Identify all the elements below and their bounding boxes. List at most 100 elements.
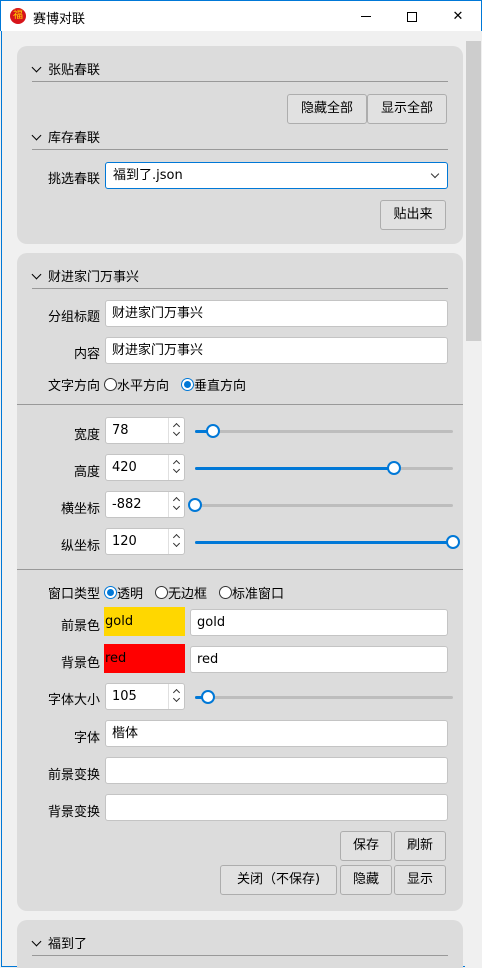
radio-label: 标准窗口 [232,587,285,602]
width-slider[interactable] [195,424,453,438]
font-label: 字体 [73,731,100,746]
divider [32,149,448,150]
chevron-down-icon [172,502,181,511]
direction-label: 文字方向 [47,379,100,394]
x-label: 横坐标 [60,502,100,517]
slider-thumb[interactable] [188,498,202,512]
divider [17,404,463,405]
width-label: 宽度 [73,428,100,443]
chevron-down-icon [430,169,440,179]
window-type-radio-borderless[interactable]: 无边框 [155,583,207,602]
hide-all-button[interactable]: 隐藏全部 [287,94,367,124]
bg-color-label: 背景色 [60,656,100,671]
bg-transform-input[interactable] [105,794,448,821]
spin-value: -882 [112,497,142,512]
fg-color-swatch[interactable]: gold [104,607,185,636]
width-spinbox[interactable]: 78 [105,417,185,444]
radio-selected-icon [181,378,194,391]
slider-thumb[interactable] [200,690,215,704]
title-bar: 福 赛博对联 ✕ [0,0,482,31]
font-input[interactable]: 楷体 [105,720,448,747]
scrollbar-thumb[interactable] [466,41,481,341]
section-title: 福到了 [48,937,88,952]
couplet-editor-panel: 财进家门万事兴 分组标题 财进家门万事兴 内容 财进家门万事兴 文字方向 水平方… [17,253,463,911]
bg-color-input[interactable]: red [190,646,448,673]
chevron-down-icon [172,465,181,474]
bg-color-swatch[interactable]: red [104,644,185,673]
chevron-down-icon [172,539,181,548]
content-label: 内容 [73,347,100,362]
spin-value: 420 [112,460,137,475]
spin-arrows[interactable] [168,684,184,709]
vertical-scrollbar[interactable] [465,31,482,967]
post-couplets-panel: 张贴春联 隐藏全部 显示全部 库存春联 挑选春联 福到了.json 贴出来 [17,46,463,244]
post-button[interactable]: 贴出来 [380,200,446,230]
chevron-down-icon [172,694,181,703]
radio-label: 透明 [117,587,144,602]
window-type-label: 窗口类型 [47,587,100,602]
slider-fill [195,541,453,544]
section-header-post[interactable]: 张贴春联 [31,59,100,78]
fg-transform-label: 前景变换 [47,768,100,783]
divider [32,81,448,82]
group-title-label: 分组标题 [47,310,100,325]
chevron-down-icon [31,62,42,73]
spin-arrows[interactable] [168,455,184,480]
chevron-down-icon [172,428,181,437]
section-title: 库存春联 [48,131,101,146]
spin-value: 120 [112,534,137,549]
x-spinbox[interactable]: -882 [105,491,185,518]
hide-button[interactable]: 隐藏 [340,865,392,895]
spin-value: 78 [112,423,129,438]
x-slider[interactable] [188,498,453,512]
direction-radio-horizontal[interactable]: 水平方向 [104,375,169,394]
radio-label: 垂直方向 [194,379,247,394]
slider-track [195,504,453,507]
height-label: 高度 [73,465,100,480]
slider-track [195,430,453,433]
spin-arrows[interactable] [168,529,184,554]
close-without-save-button[interactable]: 关闭（不保存) [220,865,337,895]
radio-icon [155,586,168,599]
fg-color-input[interactable]: gold [190,609,448,636]
section-header-couplet[interactable]: 财进家门万事兴 [31,266,140,285]
divider [32,288,448,289]
maximize-button[interactable] [389,1,435,32]
group-title-input[interactable]: 财进家门万事兴 [105,300,448,327]
slider-thumb[interactable] [386,461,401,475]
pick-label: 挑选春联 [47,172,100,187]
radio-label: 无边框 [168,587,208,602]
client-area: 张贴春联 隐藏全部 显示全部 库存春联 挑选春联 福到了.json 贴出来 财进… [1,31,482,968]
font-size-slider[interactable] [195,690,453,704]
maximize-icon [407,11,417,22]
height-spinbox[interactable]: 420 [105,454,185,481]
refresh-button[interactable]: 刷新 [394,831,446,861]
minimize-button[interactable] [343,1,389,32]
show-button[interactable]: 显示 [394,865,446,895]
spin-arrows[interactable] [168,418,184,443]
section-header-inventory[interactable]: 库存春联 [31,127,101,146]
show-all-button[interactable]: 显示全部 [367,94,447,124]
slider-thumb[interactable] [446,535,460,549]
content-input[interactable]: 财进家门万事兴 [105,337,448,364]
direction-radio-vertical[interactable]: 垂直方向 [181,375,246,394]
y-spinbox[interactable]: 120 [105,528,185,555]
fg-transform-input[interactable] [105,757,448,784]
spin-arrows[interactable] [168,492,184,517]
save-button[interactable]: 保存 [340,831,392,861]
font-size-spinbox[interactable]: 105 [105,683,185,710]
slider-thumb[interactable] [206,424,221,438]
window-type-radio-transparent[interactable]: 透明 [104,583,143,602]
divider [17,569,463,570]
couplet-select[interactable]: 福到了.json [105,162,448,189]
window-type-radio-standard[interactable]: 标准窗口 [219,583,284,602]
close-button[interactable]: ✕ [435,1,481,32]
height-slider[interactable] [195,461,453,475]
spin-value: 105 [112,689,137,704]
window-title: 赛博对联 [33,12,86,27]
section-title: 财进家门万事兴 [48,270,140,285]
section-header-fudaole[interactable]: 福到了 [31,933,88,952]
y-slider[interactable] [195,535,460,549]
slider-track [195,696,453,699]
radio-icon [104,378,117,391]
